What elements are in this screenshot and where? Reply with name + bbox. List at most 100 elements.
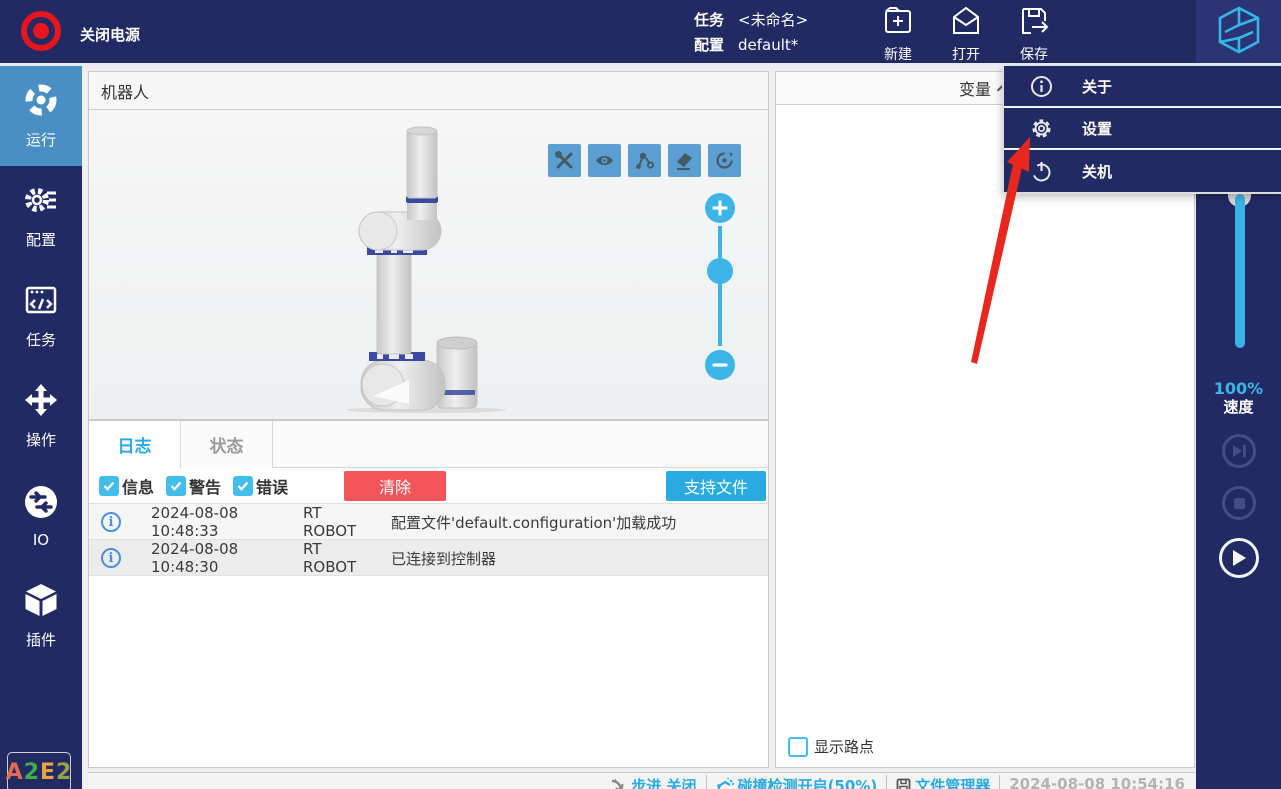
sidebar-item-operate[interactable]: 操作 (0, 366, 82, 466)
zoom-out-button[interactable] (705, 350, 735, 380)
log-source: RT ROBOT (303, 540, 357, 576)
support-file-button[interactable]: 支持文件 (666, 470, 766, 501)
collision-detection-toggle[interactable]: 碰撞检测开启(50%) (716, 775, 878, 789)
collision-icon (716, 777, 734, 789)
sidebar-item-config[interactable]: 配置 (0, 166, 82, 266)
zoom-control (688, 110, 752, 419)
filter-info[interactable]: 信息 (99, 474, 154, 498)
robot-3d-view[interactable] (89, 110, 768, 419)
filter-label: 信息 (122, 477, 155, 497)
visibility-button[interactable] (588, 144, 621, 177)
checkbox-checked-icon (166, 475, 187, 496)
robot-arm-illustration (346, 126, 506, 413)
checkbox-checked-icon (233, 475, 254, 496)
variables-body (776, 105, 1194, 736)
menu-item-about[interactable]: 关于 (1004, 66, 1281, 108)
robot-panel: 机器人 (88, 71, 769, 420)
sidebar-item-label: 任务 (25, 331, 56, 349)
status-badge: A 2 E 2 (6, 752, 73, 789)
badge-letter: 2 (23, 759, 40, 785)
play-button[interactable] (1219, 538, 1259, 578)
task-label: 任务 (694, 11, 725, 29)
play-icon (1233, 550, 1246, 566)
new-task-icon (882, 5, 914, 41)
checkbox-unchecked-icon (788, 736, 808, 757)
config-label: 配置 (694, 36, 725, 54)
speed-label: 速度 (1223, 398, 1254, 416)
log-filterbar: 信息 警告 错误 清除 支持文件 (89, 468, 768, 504)
sidebar-item-label: 运行 (25, 131, 56, 149)
move-arrows-icon (23, 382, 59, 422)
open-label: 打开 (952, 47, 980, 63)
step-forward-button[interactable] (1222, 434, 1256, 468)
log-source: RT ROBOT (303, 504, 357, 540)
menu-item-label: 关于 (1082, 77, 1113, 96)
path-icon (636, 152, 655, 169)
show-waypoints-label: 显示路点 (814, 738, 875, 756)
status-bar: 步进 关闭 碰撞检测开启(50%) 文件管理器 2024-08-08 10:54… (88, 772, 1195, 789)
run-icon (23, 82, 59, 122)
new-task-label: 新建 (884, 47, 912, 63)
file-manager-icon (896, 778, 911, 789)
robot-panel-title: 机器人 (101, 82, 150, 102)
plus-icon (712, 200, 728, 216)
app-root: 关闭电源 任务 <未命名> 配置 default* 新建 打开 保存 运行 配置… (0, 0, 1281, 789)
power-icon (1028, 160, 1054, 183)
badge-letter: E (40, 759, 57, 785)
open-button[interactable]: 打开 (950, 5, 982, 64)
tab-log[interactable]: 日志 (89, 421, 181, 468)
tools-button[interactable] (548, 144, 581, 177)
filter-label: 警告 (189, 477, 222, 497)
log-row: i 2024-08-08 10:48:33 RT ROBOT 配置文件'defa… (89, 504, 768, 540)
status-timestamp: 2024-08-08 10:54:16 (1009, 775, 1185, 789)
sidebar-item-plugin[interactable]: 插件 (0, 566, 82, 666)
tab-status[interactable]: 状态 (181, 421, 273, 468)
save-icon (1018, 5, 1050, 41)
task-config-info: 任务 <未命名> 配置 default* (694, 8, 808, 58)
file-manager-button[interactable]: 文件管理器 (896, 775, 990, 789)
menu-item-label: 关机 (1082, 162, 1113, 181)
info-icon: i (101, 548, 121, 568)
divider (886, 775, 888, 789)
zoom-in-button[interactable] (705, 193, 735, 223)
sidebar-item-task[interactable]: 任务 (0, 266, 82, 366)
power-off-button[interactable] (21, 11, 61, 51)
stop-button[interactable] (1222, 486, 1256, 520)
new-task-button[interactable]: 新建 (882, 5, 914, 64)
show-waypoints-checkbox[interactable]: 显示路点 (776, 736, 1194, 767)
log-message: 配置文件'default.configuration'加载成功 (391, 513, 677, 532)
zoom-slider-handle[interactable] (707, 258, 733, 284)
variables-title: 变量 (958, 80, 991, 99)
left-sidebar: 运行 配置 任务 操作 IO 插件 A 2 E 2 (0, 66, 82, 789)
divider (705, 775, 707, 789)
app-menu-button[interactable] (1196, 0, 1281, 63)
sidebar-item-label: IO (32, 530, 50, 549)
task-value: <未命名> (738, 11, 809, 29)
io-arrows-icon (23, 484, 59, 524)
info-icon: i (101, 512, 121, 532)
menu-item-shutdown[interactable]: 关机 (1004, 150, 1281, 192)
settings-gear-icon (23, 182, 59, 222)
save-button[interactable]: 保存 (1018, 5, 1050, 64)
filter-warning[interactable]: 警告 (166, 474, 221, 498)
path-button[interactable] (628, 144, 661, 177)
skip-icon (1232, 445, 1246, 457)
filter-label: 错误 (256, 477, 289, 497)
speed-percent: 100% (1213, 379, 1264, 398)
sidebar-item-io[interactable]: IO (0, 466, 82, 566)
menu-item-label: 设置 (1082, 119, 1113, 138)
step-mode-toggle[interactable]: 步进 关闭 (610, 775, 697, 789)
badge-letter: 2 (56, 759, 73, 785)
log-panel: 日志 状态 信息 警告 错误 清除 支持文件 i 2024-08-08 10:4… (88, 420, 769, 768)
brand-cube-logo-icon (1215, 5, 1263, 59)
menu-item-settings[interactable]: 设置 (1004, 108, 1281, 150)
log-time: 2024-08-08 10:48:30 (151, 540, 239, 576)
log-row: i 2024-08-08 10:48:30 RT ROBOT 已连接到控制器 (89, 540, 768, 576)
sidebar-item-run[interactable]: 运行 (0, 66, 82, 166)
filter-error[interactable]: 错误 (233, 474, 288, 498)
collision-label: 碰撞检测开启(50%) (737, 777, 878, 789)
eye-icon (596, 156, 613, 165)
sidebar-item-label: 操作 (25, 431, 56, 449)
open-icon (950, 5, 982, 41)
clear-button[interactable]: 清除 (344, 470, 447, 501)
